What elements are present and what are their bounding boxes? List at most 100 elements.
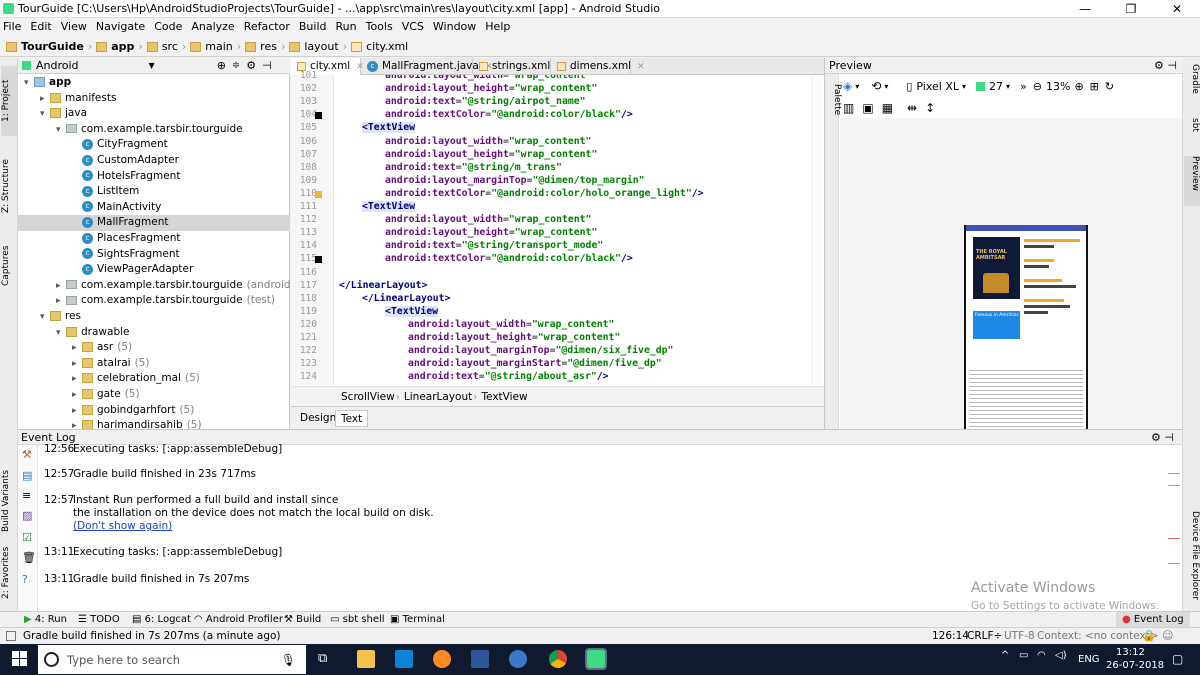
tree-item[interactable]: c CustomAdapter: [18, 153, 290, 169]
blueprint-icon[interactable]: ▣: [862, 101, 873, 115]
chevron-right-icon[interactable]: ▸: [72, 372, 82, 388]
android-studio-taskbar-icon[interactable]: [585, 648, 607, 670]
tree-item[interactable]: c MallFragment: [18, 215, 290, 231]
clock-time[interactable]: 13:12: [1116, 647, 1145, 658]
scroll-to-end-icon[interactable]: ≡: [22, 489, 31, 502]
tree-item[interactable]: ▸ atalrai (5): [18, 356, 290, 372]
chevron-right-icon[interactable]: ▸: [72, 341, 82, 357]
volume-icon[interactable]: ◁): [1055, 650, 1067, 661]
menu-help[interactable]: Help: [485, 18, 510, 36]
hide-icon[interactable]: ⊣: [262, 59, 272, 72]
event-log-tool-tab[interactable]: ● Event Log: [1116, 612, 1190, 628]
tree-item[interactable]: c SightsFragment: [18, 247, 290, 263]
run-tool-tab[interactable]: ▶ 4: Run: [24, 612, 67, 627]
file-encoding[interactable]: UTF-8: [1004, 630, 1035, 642]
logcat-tool-tab[interactable]: ▤ 6: Logcat: [132, 612, 191, 627]
gear-icon[interactable]: ⚙: [246, 59, 256, 72]
project-view-mode[interactable]: Android: [36, 59, 79, 72]
tree-item[interactable]: c PlacesFragment: [18, 231, 290, 247]
menu-analyze[interactable]: Analyze: [191, 18, 234, 36]
crumb-app[interactable]: app: [111, 40, 134, 53]
chevron-down-icon[interactable]: ▾: [40, 310, 50, 326]
menu-code[interactable]: Code: [154, 18, 182, 36]
chevron-right-icon[interactable]: ▸: [72, 404, 82, 420]
microphone-icon[interactable]: 🎙: [281, 653, 296, 667]
tree-item[interactable]: ▸ manifests: [18, 91, 290, 107]
gradle-tool-tab[interactable]: Gradle: [1184, 64, 1200, 108]
design-surface-icon[interactable]: ▥: [843, 101, 854, 115]
code-area[interactable]: android:layout_width="wrap_content" andro…: [335, 75, 809, 385]
lock-icon[interactable]: 🔒: [1142, 629, 1156, 642]
show-hidden-icons[interactable]: ^: [1001, 650, 1009, 661]
gear-icon[interactable]: ⚙ ⊣: [1154, 59, 1177, 72]
help-icon[interactable]: ?: [22, 573, 28, 586]
tree-item[interactable]: ▾ com.example.tarsbir.tourguide: [18, 122, 290, 138]
crumb-textview[interactable]: TextView: [481, 391, 527, 403]
error-stripe[interactable]: [811, 75, 823, 385]
file-explorer-icon[interactable]: [357, 650, 375, 668]
tree-item[interactable]: ▸ gate (5): [18, 387, 290, 403]
menu-run[interactable]: Run: [336, 18, 357, 36]
target-icon[interactable]: ⊕: [217, 59, 226, 72]
windows-start-icon[interactable]: [12, 651, 27, 666]
chevron-right-icon[interactable]: ▸: [72, 419, 82, 429]
zoom-fit-icon[interactable]: ⊞: [1090, 80, 1099, 93]
zoom-out-icon[interactable]: ⊖: [1033, 80, 1042, 93]
menu-navigate[interactable]: Navigate: [96, 18, 145, 36]
taskbar-search-box[interactable]: Type here to search 🎙: [38, 645, 306, 674]
color-swatch-icon[interactable]: [315, 112, 322, 120]
menu-tools[interactable]: Tools: [366, 18, 393, 36]
chevron-right-icon[interactable]: ▸: [40, 92, 50, 108]
chevron-right-icon[interactable]: ▸: [72, 388, 82, 404]
chevron-down-icon[interactable]: ▾: [24, 76, 34, 92]
tree-item[interactable]: c ViewPagerAdapter: [18, 262, 290, 278]
tab-mallfragment-java[interactable]: c MallFragment.java ✕: [361, 58, 492, 75]
menu-refactor[interactable]: Refactor: [244, 18, 290, 36]
tree-item[interactable]: ▾ drawable: [18, 325, 290, 341]
gear-icon[interactable]: ⚙ ⊣: [1151, 431, 1174, 444]
favorites-tool-tab[interactable]: 2: Favorites: [1, 540, 17, 606]
notifications-icon[interactable]: ▢: [1172, 652, 1183, 666]
language-indicator[interactable]: ENG: [1078, 654, 1100, 665]
menu-edit[interactable]: Edit: [30, 18, 51, 36]
zoom-in-icon[interactable]: ⊕: [1074, 80, 1083, 93]
check-icon[interactable]: ☑: [22, 531, 32, 544]
chevron-right-icon[interactable]: ▸: [72, 357, 82, 373]
orientation-icon[interactable]: ⟲: [871, 79, 881, 93]
line-separator[interactable]: CRLF÷: [967, 630, 1002, 642]
crumb-layout[interactable]: layout: [304, 40, 338, 53]
color-swatch-icon[interactable]: [315, 256, 322, 264]
crumb-file[interactable]: city.xml: [366, 40, 408, 53]
preview-canvas[interactable]: THE ROYAL AMRITSAR Famous in Amritsar ◁○: [840, 118, 1182, 445]
tree-item[interactable]: ▸ harimandirsahib (5): [18, 418, 290, 429]
chevron-down-icon[interactable]: ▾: [56, 123, 66, 139]
layout-icon[interactable]: ▦: [882, 101, 893, 115]
tree-item[interactable]: ▾ java: [18, 106, 290, 122]
todo-tool-tab[interactable]: ☰ TODO: [78, 612, 120, 627]
crumb-scrollview[interactable]: ScrollView: [341, 391, 395, 403]
captures-tool-tab[interactable]: Captures: [1, 236, 17, 296]
build-tool-tab[interactable]: ⚒ Build: [284, 612, 321, 627]
tree-item[interactable]: ▸ gobindgarhfort (5): [18, 403, 290, 419]
pan-horizontal-icon[interactable]: ⇹: [907, 101, 917, 115]
terminal-tool-tab[interactable]: ▣ Terminal: [390, 612, 445, 627]
refresh-icon[interactable]: ↻: [1105, 80, 1114, 93]
collapse-icon[interactable]: ≑: [232, 60, 240, 71]
layers-icon[interactable]: ◈: [843, 79, 852, 93]
tab-strings-xml[interactable]: strings.xml✕: [473, 58, 564, 75]
api-level-select[interactable]: 27: [989, 80, 1003, 93]
tree-item[interactable]: c MainActivity: [18, 200, 290, 216]
tree-item[interactable]: ▸ asr (5): [18, 340, 290, 356]
chevron-right-icon[interactable]: ▸: [56, 294, 66, 310]
crumb-linearlayout[interactable]: LinearLayout: [404, 391, 472, 403]
tree-item[interactable]: c HotelsFragment: [18, 169, 290, 185]
crumb-project[interactable]: TourGuide: [21, 40, 84, 53]
project-tool-tab[interactable]: 1: Project: [1, 66, 17, 136]
store-icon[interactable]: [395, 650, 413, 668]
maximize-button[interactable]: ❐: [1108, 0, 1154, 18]
menu-build[interactable]: Build: [299, 18, 327, 36]
firefox-icon[interactable]: [433, 650, 451, 668]
tree-item[interactable]: ▸ com.example.tarsbir.tourguide (test): [18, 293, 290, 309]
tree-item[interactable]: ▸ celebration_mal (5): [18, 371, 290, 387]
wifi-icon[interactable]: ◠: [1037, 650, 1046, 661]
